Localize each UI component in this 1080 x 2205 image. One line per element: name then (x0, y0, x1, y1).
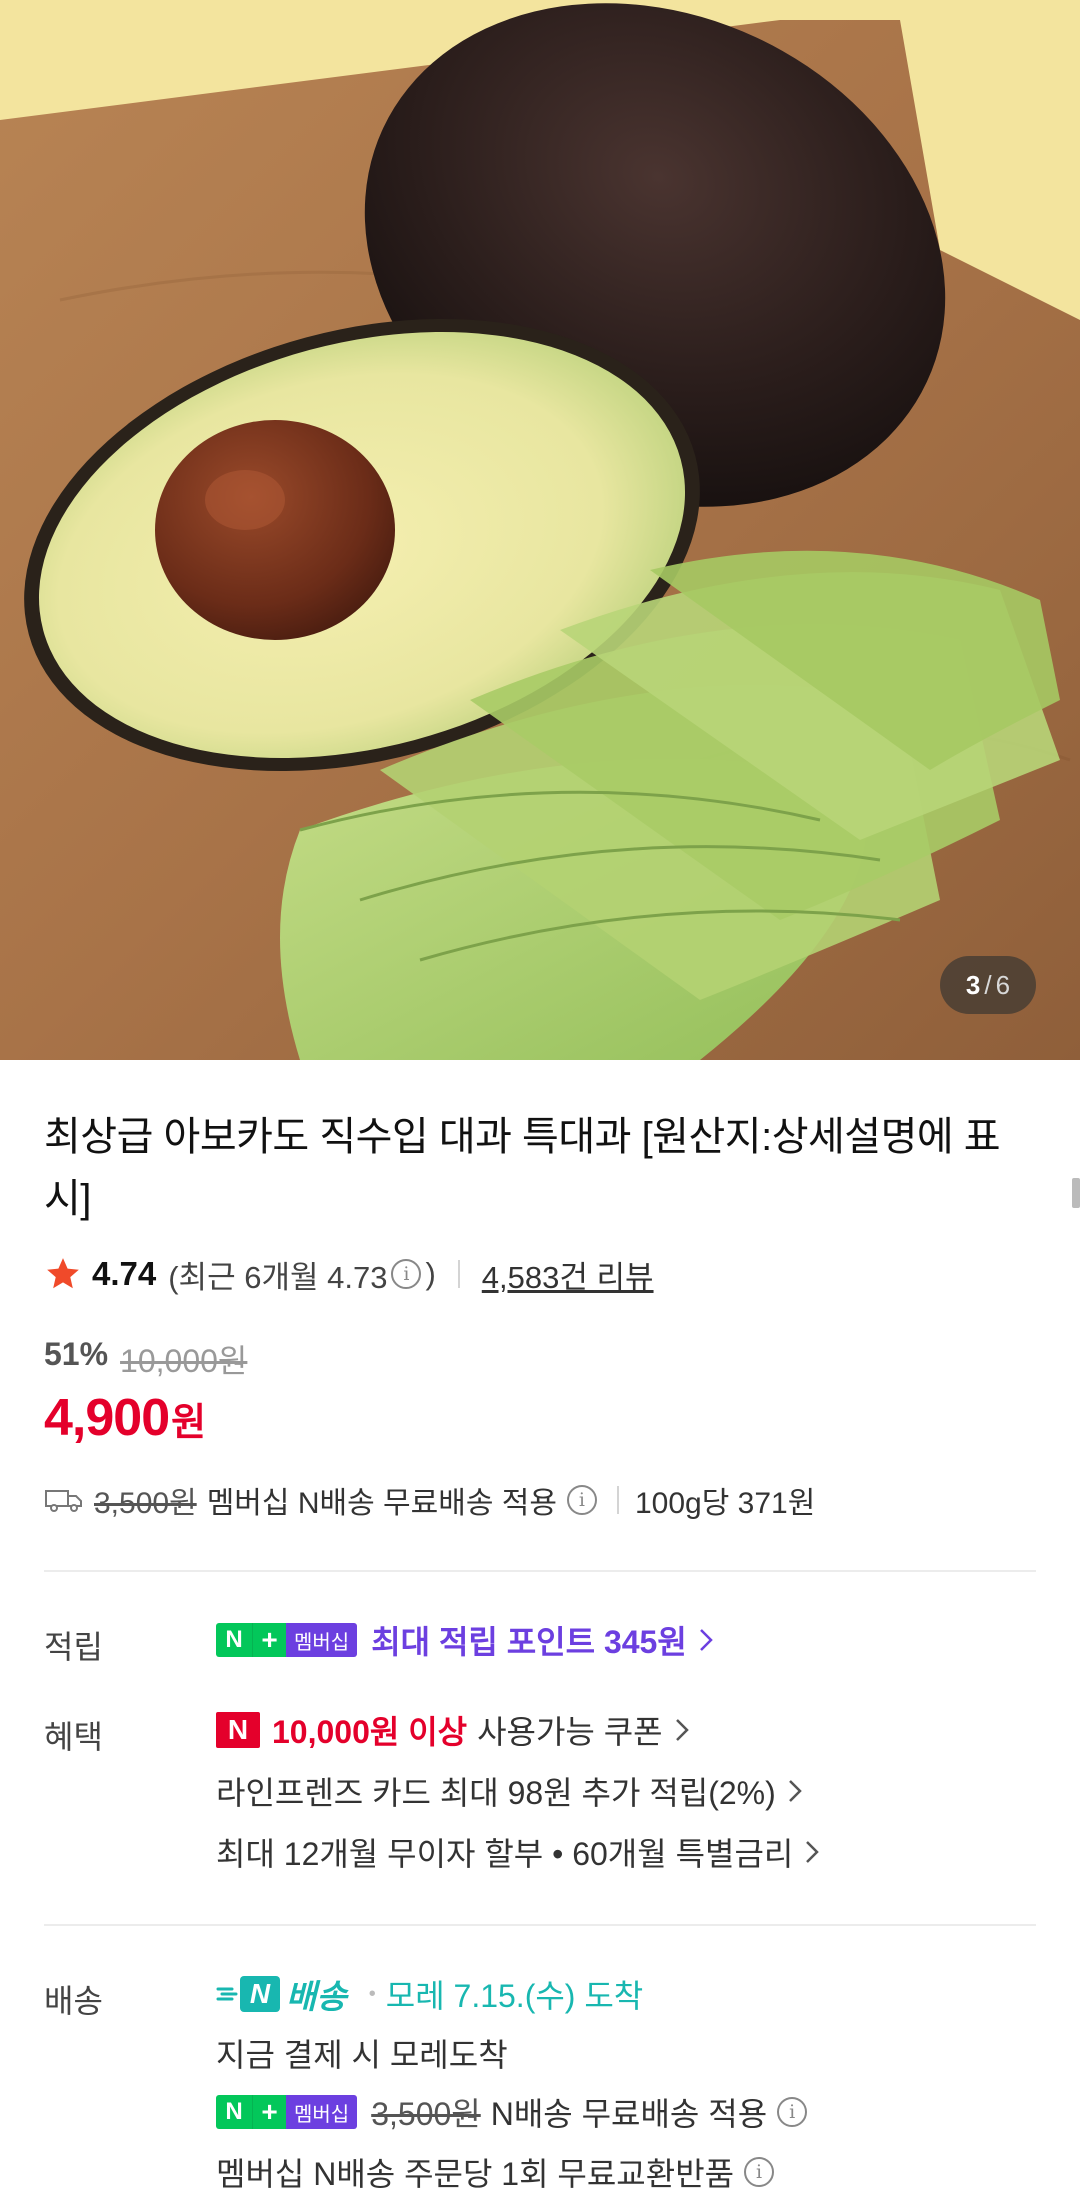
delivery-fee-row: N + 멤버십 3,500원 N배송 무료배송 적용 i (216, 2087, 811, 2137)
n-delivery-badge: N 배송 (216, 1970, 347, 2018)
discount-row: 51% 10,000원 (44, 1336, 247, 1382)
badge-membership: 멤버십 (286, 1623, 358, 1657)
points-label: 적립 (44, 1629, 103, 1665)
badge-plus: + (252, 2095, 286, 2129)
price-value: 4,900 (44, 1389, 170, 1447)
rating-value: 4.74 (92, 1255, 157, 1292)
rating-row: 4.74 (최근 6개월 4.73 i ) 4,583건 리뷰 (44, 1252, 654, 1296)
free-delivery-text: N배송 무료배송 적용 (490, 2096, 768, 2132)
separator-dot: • (368, 1982, 376, 2005)
pay-now-text: 지금 결제 시 모레도착 (216, 2037, 508, 2073)
exchange-row: 멤버십 N배송 주문당 1회 무료교환반품 i (216, 2147, 778, 2197)
review-count-link[interactable]: 4,583건 리뷰 (482, 1252, 654, 1297)
installment-text: 최대 12개월 무이자 할부 • 60개월 특별금리 (216, 1836, 794, 1872)
section-divider (44, 1924, 1036, 1926)
recent-rating: (최근 6개월 4.73 (168, 1259, 388, 1295)
badge-membership: 멤버십 (286, 2095, 358, 2129)
unit-price: 100g당 371원 (634, 1487, 816, 1520)
badge-n: N (216, 2095, 252, 2129)
coupon-row[interactable]: N 10,000원 이상 사용가능 쿠폰 (216, 1705, 691, 1755)
card-benefit-row[interactable]: 라인프렌즈 카드 최대 98원 추가 적립(2%) (216, 1766, 804, 1816)
sale-price: 4,900 원 (44, 1388, 206, 1448)
divider (616, 1486, 619, 1514)
coupon-amount: 10,000원 이상 (272, 1714, 468, 1750)
price-unit: 원 (171, 1402, 207, 1444)
truck-icon (45, 1490, 82, 1512)
image-current-index: 3 (965, 969, 981, 1000)
speed-lines-icon (216, 1987, 238, 2001)
badge-plus: + (252, 1623, 286, 1657)
delivery-label: 배송 (44, 1983, 103, 2019)
shipping-free-text: 멤버십 N배송 무료배송 적용 (206, 1487, 557, 1520)
discount-rate: 51% (44, 1336, 109, 1372)
shipping-summary-row: 3,500원 멤버십 N배송 무료배송 적용 i 100g당 371원 (44, 1478, 815, 1522)
pay-now-row: 지금 결제 시 모레도착 (216, 2028, 508, 2078)
original-price: 10,000원 (120, 1343, 248, 1379)
benefits-label: 혜택 (44, 1719, 103, 1755)
info-icon[interactable]: i (777, 2097, 808, 2127)
badge-n: N (216, 1623, 252, 1657)
info-icon[interactable]: i (566, 1485, 597, 1515)
naver-n-icon: N (216, 1712, 260, 1748)
chevron-right-icon (699, 1629, 713, 1651)
naver-plus-membership-badge: N + 멤버십 (216, 2095, 358, 2129)
shipping-fee: 3,500원 (94, 1487, 197, 1520)
card-benefit-text: 라인프렌즈 카드 최대 98원 추가 적립(2%) (216, 1775, 776, 1811)
recent-rating-close: ) (425, 1256, 436, 1291)
delivery-arrival-row: N 배송 • 모레 7.15.(수) 도착 (216, 1969, 643, 2019)
points-row[interactable]: N + 멤버십 최대 적립 포인트 345원 (216, 1615, 715, 1665)
scroll-indicator (1072, 1178, 1080, 1208)
info-icon[interactable]: i (744, 2157, 775, 2187)
image-counter: 3 / 6 (940, 956, 1036, 1014)
avocado-photo (0, 0, 1080, 1060)
image-total-count: 6 (995, 969, 1011, 1000)
badge-n: N (240, 1976, 280, 2012)
delivery-fee: 3,500원 (371, 2096, 481, 2132)
info-icon[interactable]: i (391, 1259, 422, 1289)
chevron-right-icon (788, 1780, 802, 1802)
product-image[interactable]: 3 / 6 (0, 0, 1080, 1060)
max-points-text: 최대 적립 포인트 345원 (371, 1624, 687, 1660)
naver-plus-membership-badge: N + 멤버십 (216, 1623, 358, 1657)
coupon-text: 사용가능 쿠폰 (477, 1714, 663, 1750)
chevron-right-icon (675, 1719, 689, 1741)
arrival-date: 모레 7.15.(수) 도착 (385, 1978, 644, 2014)
section-divider (44, 1570, 1036, 1572)
exchange-text: 멤버십 N배송 주문당 1회 무료교환반품 (216, 2156, 735, 2192)
star-icon (47, 1258, 79, 1289)
chevron-right-icon (806, 1841, 820, 1863)
installment-row[interactable]: 최대 12개월 무이자 할부 • 60개월 특별금리 (216, 1827, 821, 1877)
product-title: 최상급 아보카도 직수입 대과 특대과 [원산지:상세설명에 표시] (44, 1115, 1001, 1221)
image-counter-separator: / (984, 969, 992, 1000)
badge-delivery-text: 배송 (286, 1978, 347, 2015)
divider (457, 1260, 460, 1288)
